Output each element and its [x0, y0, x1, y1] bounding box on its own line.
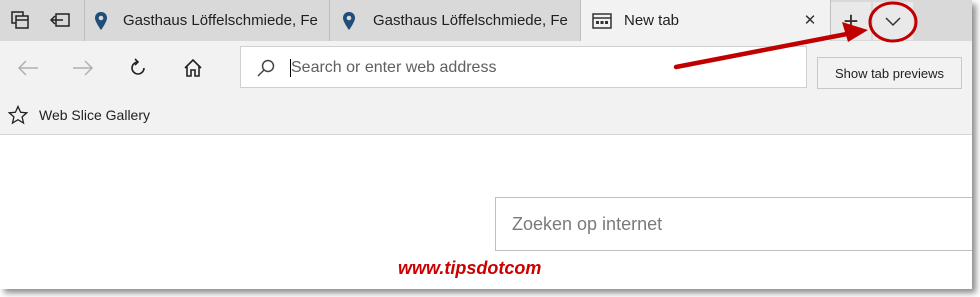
annotation-circle: [868, 1, 918, 43]
annotation-arrow: [673, 22, 868, 70]
annotation-overlay: [673, 1, 918, 70]
browser-window: Gasthaus Löffelschmiede, Fe Gasthaus Löf…: [0, 0, 972, 289]
